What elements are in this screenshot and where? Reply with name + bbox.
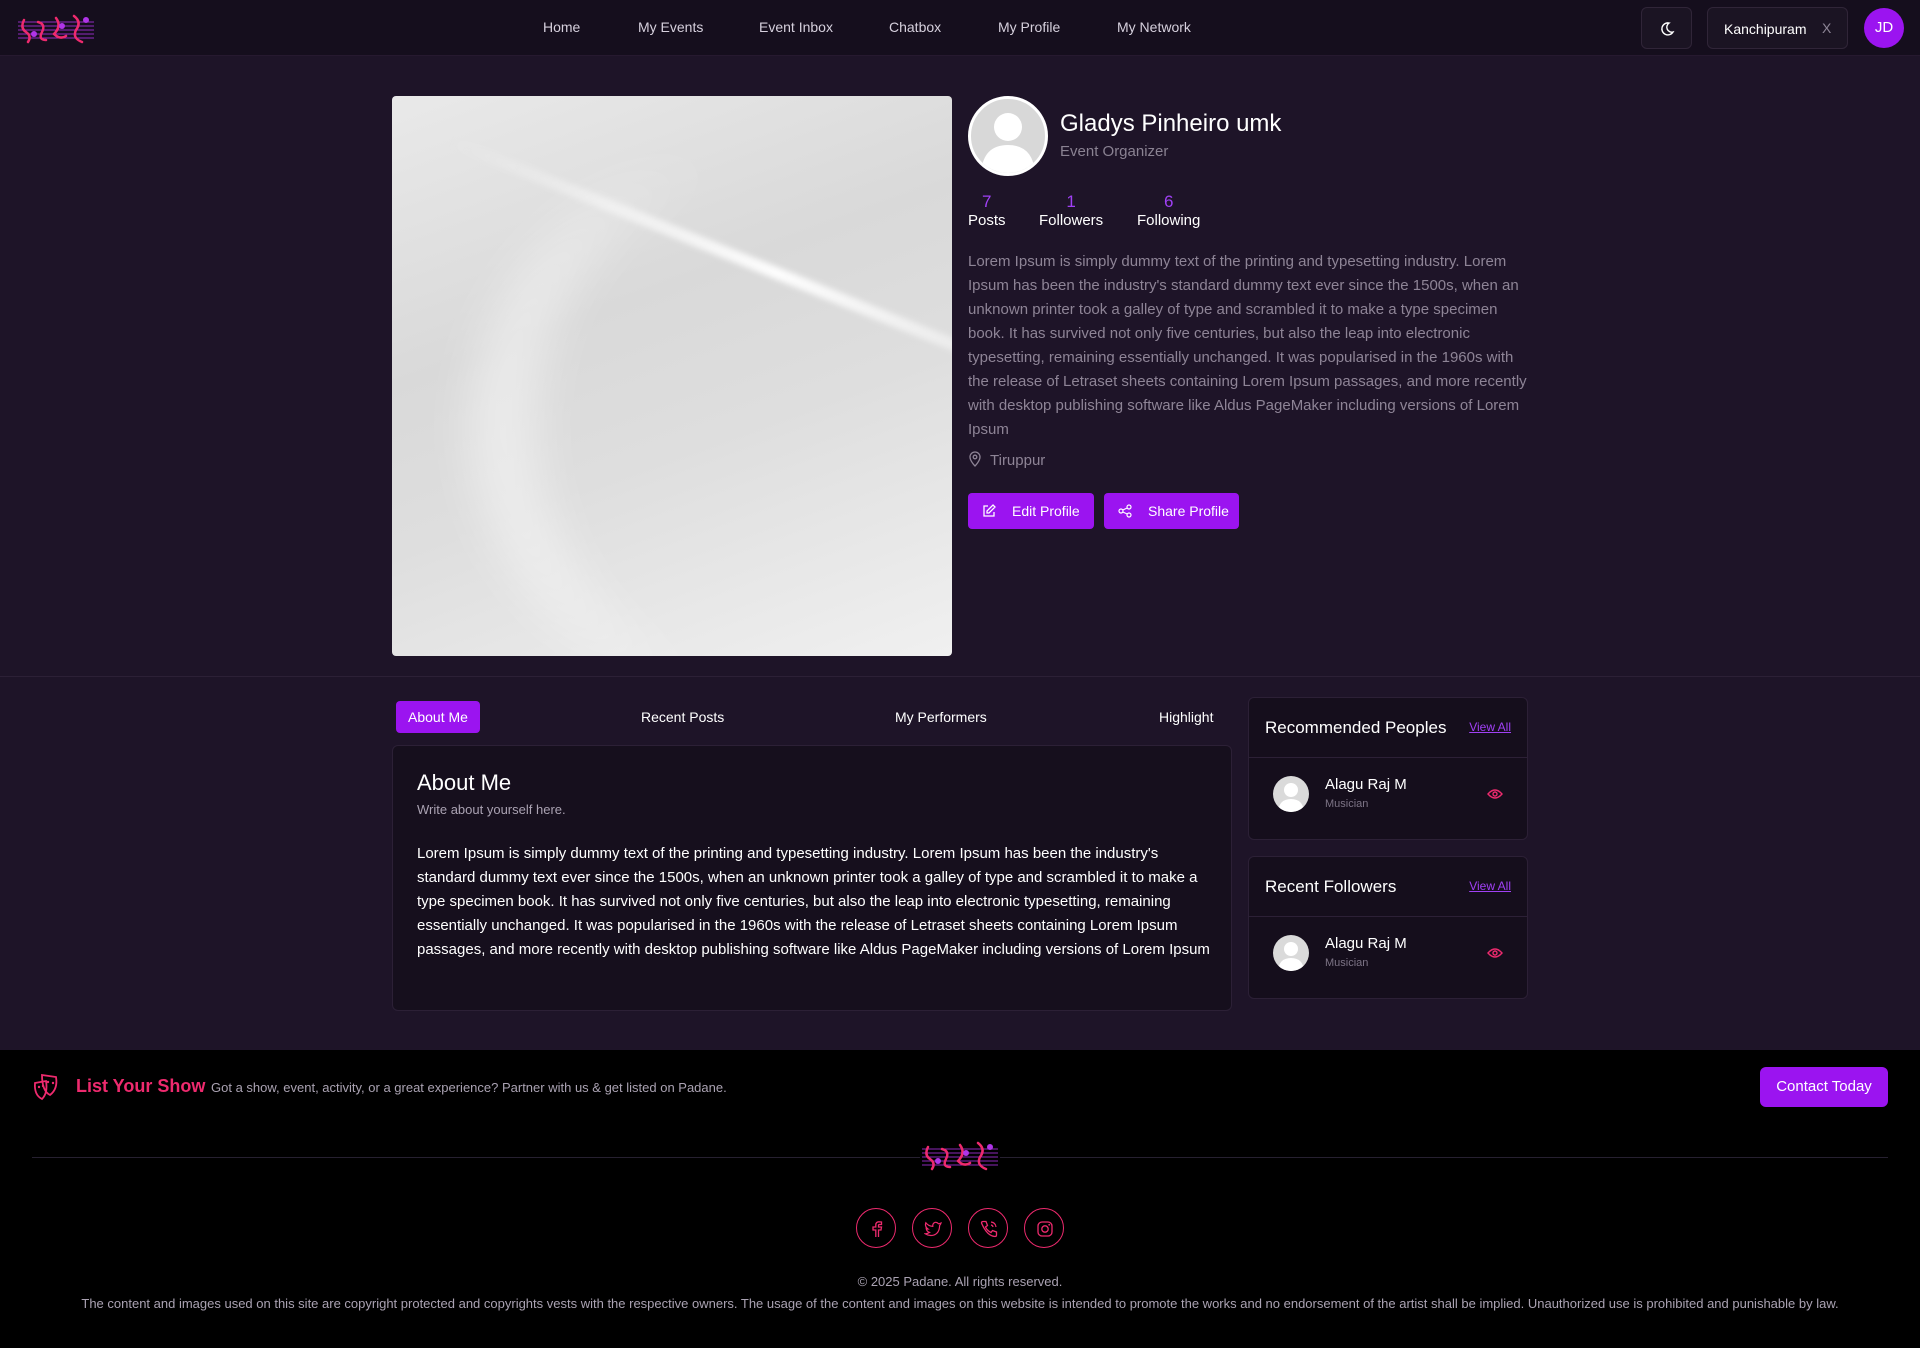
person-name[interactable]: Alagu Raj M	[1325, 935, 1407, 952]
nav-event-inbox[interactable]: Event Inbox	[759, 19, 833, 35]
moon-icon	[1661, 22, 1675, 36]
edit-profile-label: Edit Profile	[1012, 503, 1080, 519]
location-chip[interactable]: Kanchipuram X	[1707, 7, 1848, 49]
stat-followers-label: Followers	[1039, 212, 1104, 229]
profile-location-text: Tiruppur	[990, 452, 1046, 469]
about-card: About Me Write about yourself here. Lore…	[392, 745, 1232, 1011]
facebook-icon	[872, 1221, 883, 1237]
stat-following-value: 6	[1163, 192, 1174, 211]
recent-followers-card: Recent Followers View All Alagu Raj M Mu…	[1248, 856, 1528, 999]
about-title: About Me	[417, 770, 512, 795]
avatar	[1273, 776, 1309, 812]
padane-logo[interactable]	[16, 8, 96, 48]
share-profile-label: Share Profile	[1148, 503, 1229, 519]
nav-my-profile[interactable]: My Profile	[998, 19, 1060, 35]
person-role: Musician	[1325, 798, 1369, 810]
user-avatar[interactable]: JD	[1864, 8, 1904, 48]
tab-highlight[interactable]: Highlight	[1159, 701, 1213, 733]
about-subtitle: Write about yourself here.	[417, 802, 566, 817]
phone-link[interactable]	[968, 1208, 1008, 1248]
eye-icon[interactable]	[1487, 788, 1503, 800]
location-label: Kanchipuram	[1724, 21, 1807, 37]
profile-avatar	[968, 96, 1048, 176]
recent-followers-view-all-link[interactable]: View All	[1469, 879, 1511, 893]
profile-name: Gladys Pinheiro umk	[1060, 110, 1282, 137]
instagram-icon	[1037, 1221, 1053, 1237]
twitter-icon	[924, 1221, 942, 1237]
recommended-title: Recommended Peoples	[1265, 718, 1447, 737]
stat-followers[interactable]: 1 Followers	[1039, 192, 1103, 229]
edit-profile-button[interactable]: Edit Profile	[968, 493, 1094, 529]
share-profile-button[interactable]: Share Profile	[1104, 493, 1239, 529]
person-role: Musician	[1325, 957, 1369, 969]
profile-bio: Lorem Ipsum is simply dummy text of the …	[968, 253, 1527, 438]
theater-masks-icon	[33, 1073, 58, 1101]
section-divider	[0, 676, 1920, 677]
list-your-show-title: List Your Show	[76, 1076, 206, 1096]
default-user-icon	[1278, 942, 1304, 971]
nav-my-events[interactable]: My Events	[638, 19, 703, 35]
tab-my-performers[interactable]: My Performers	[895, 701, 987, 733]
phone-icon	[980, 1220, 998, 1238]
theme-toggle-button[interactable]	[1641, 7, 1692, 49]
facebook-link[interactable]	[856, 1208, 896, 1248]
disclaimer-text: The content and images used on this site…	[81, 1296, 1839, 1311]
twitter-link[interactable]	[912, 1208, 952, 1248]
contact-today-button[interactable]: Contact Today	[1760, 1067, 1888, 1107]
tab-recent-posts[interactable]: Recent Posts	[641, 701, 724, 733]
person-name[interactable]: Alagu Raj M	[1325, 776, 1407, 793]
stat-posts-value: 7	[982, 192, 992, 211]
footer-padane-logo[interactable]	[920, 1134, 1000, 1176]
list-your-show-text: Got a show, event, activity, or a great …	[211, 1080, 727, 1095]
copyright-text: © 2025 Padane. All rights reserved.	[857, 1274, 1063, 1289]
stat-following-label: Following	[1137, 212, 1201, 229]
top-navbar: Home My Events Event Inbox Chatbox My Pr…	[0, 0, 1920, 56]
recommended-peoples-card: Recommended Peoples View All Alagu Raj M…	[1248, 697, 1528, 840]
eye-icon[interactable]	[1487, 947, 1503, 959]
stat-posts[interactable]: 7 Posts	[968, 192, 1006, 229]
recent-followers-title: Recent Followers	[1265, 877, 1397, 896]
profile-location: Tiruppur	[968, 451, 1045, 469]
avatar	[1273, 935, 1309, 971]
nav-my-network[interactable]: My Network	[1117, 19, 1191, 35]
tab-about-me[interactable]: About Me	[396, 701, 480, 733]
default-user-icon	[1278, 783, 1304, 812]
stat-followers-value: 1	[1066, 192, 1076, 211]
profile-role: Event Organizer	[1060, 143, 1169, 160]
stat-posts-label: Posts	[968, 212, 1006, 229]
stat-following[interactable]: 6 Following	[1137, 192, 1200, 229]
recommended-view-all-link[interactable]: View All	[1469, 720, 1511, 734]
location-clear-button[interactable]: X	[1822, 20, 1831, 36]
profile-cover-image	[392, 96, 952, 656]
share-icon	[1118, 504, 1132, 518]
map-pin-icon	[969, 451, 981, 467]
edit-icon	[983, 504, 996, 517]
instagram-link[interactable]	[1024, 1208, 1064, 1248]
nav-home[interactable]: Home	[543, 19, 580, 35]
nav-chatbox[interactable]: Chatbox	[889, 19, 941, 35]
about-text: Lorem Ipsum is simply dummy text of the …	[417, 845, 1210, 958]
default-user-icon	[981, 113, 1035, 173]
